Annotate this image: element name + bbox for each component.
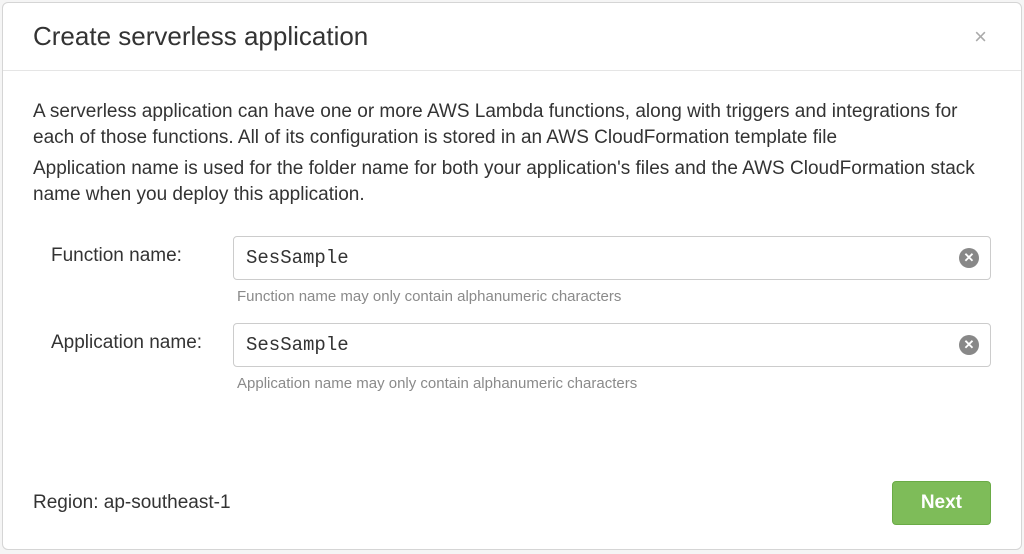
function-name-hint: Function name may only contain alphanume…: [233, 288, 991, 305]
application-name-label: Application name:: [33, 323, 233, 354]
clear-function-name-icon[interactable]: ✕: [959, 248, 979, 268]
function-name-label: Function name:: [33, 236, 233, 267]
next-button[interactable]: Next: [892, 481, 991, 525]
region-prefix: Region:: [33, 492, 104, 513]
application-name-field-wrap: ✕ Application name may only contain alph…: [233, 323, 991, 392]
application-name-input[interactable]: [233, 323, 991, 367]
function-name-input-wrap: ✕: [233, 236, 991, 280]
close-icon[interactable]: ×: [970, 24, 991, 50]
modal-footer: Region: ap-southeast-1 Next: [3, 469, 1021, 549]
function-name-field-wrap: ✕ Function name may only contain alphanu…: [233, 236, 991, 305]
application-name-input-wrap: ✕: [233, 323, 991, 367]
modal-header: Create serverless application ×: [3, 3, 1021, 71]
region-value: ap-southeast-1: [104, 492, 231, 513]
function-name-row: Function name: ✕ Function name may only …: [33, 236, 991, 305]
modal-title: Create serverless application: [33, 21, 368, 52]
function-name-input[interactable]: [233, 236, 991, 280]
description-text-1: A serverless application can have one or…: [33, 99, 991, 150]
clear-application-name-icon[interactable]: ✕: [959, 335, 979, 355]
description-text-2: Application name is used for the folder …: [33, 156, 991, 207]
modal-body: A serverless application can have one or…: [3, 71, 1021, 469]
region-label: Region: ap-southeast-1: [33, 492, 231, 514]
application-name-hint: Application name may only contain alphan…: [233, 375, 991, 392]
application-name-row: Application name: ✕ Application name may…: [33, 323, 991, 392]
create-serverless-modal: Create serverless application × A server…: [2, 2, 1022, 550]
